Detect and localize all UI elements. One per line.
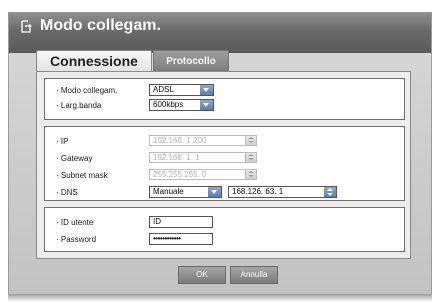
ip-value: 192.168. 1.200 (153, 136, 207, 145)
tab-protocollo[interactable]: Protocollo (153, 50, 229, 71)
mode-dropdown[interactable]: ADSL (149, 84, 214, 96)
gateway-field: 192.168. 1. 1 (149, 152, 257, 163)
chevron-down-icon (208, 187, 221, 197)
ip-field: 192.168. 1.200 (149, 135, 257, 146)
bandwidth-dropdown[interactable]: 600kbps (149, 99, 214, 111)
dns-mode-dropdown[interactable]: Manuale (149, 186, 222, 198)
bandwidth-label: · Larg.banda (56, 101, 102, 110)
chevron-down-icon (200, 100, 213, 110)
dns-label: · DNS (56, 188, 78, 197)
tab-connessione[interactable]: Connessione (36, 50, 152, 71)
password-value: •••••••••••• (153, 234, 181, 243)
mode-label: · Modo collegam. (56, 86, 118, 95)
spinner-icon (245, 170, 256, 179)
subnet-value: 255.255.255. 0 (153, 170, 207, 179)
account-group (44, 207, 405, 252)
dns-field[interactable]: 168.126. 63. 1 (228, 186, 337, 198)
gateway-value: 192.168. 1. 1 (153, 153, 200, 162)
dns-value: 168.126. 63. 1 (232, 187, 284, 196)
password-input[interactable]: •••••••••••• (149, 233, 213, 245)
spinner-icon (245, 136, 256, 145)
frame-shadow (8, 294, 432, 302)
ip-label: · IP (56, 137, 69, 146)
page-title: Modo collegam. (40, 17, 161, 34)
gateway-label: · Gateway (56, 154, 93, 163)
user-id-label: · ID utente (56, 218, 94, 227)
mode-value: ADSL (153, 85, 174, 94)
user-id-value: ID (153, 217, 161, 226)
spinner-icon (245, 153, 256, 162)
user-id-input[interactable]: ID (149, 216, 213, 228)
dns-mode-value: Manuale (153, 187, 184, 196)
bandwidth-value: 600kbps (153, 100, 184, 109)
chevron-down-icon (200, 85, 213, 95)
subnet-field: 255.255.255. 0 (149, 169, 257, 180)
password-label: · Password (56, 235, 97, 244)
cancel-button[interactable]: Annulla (230, 266, 278, 284)
network-icon (21, 20, 32, 33)
spinner-icon[interactable] (324, 187, 336, 197)
ok-button[interactable]: OK (178, 266, 226, 284)
subnet-label: · Subnet mask (56, 171, 108, 180)
